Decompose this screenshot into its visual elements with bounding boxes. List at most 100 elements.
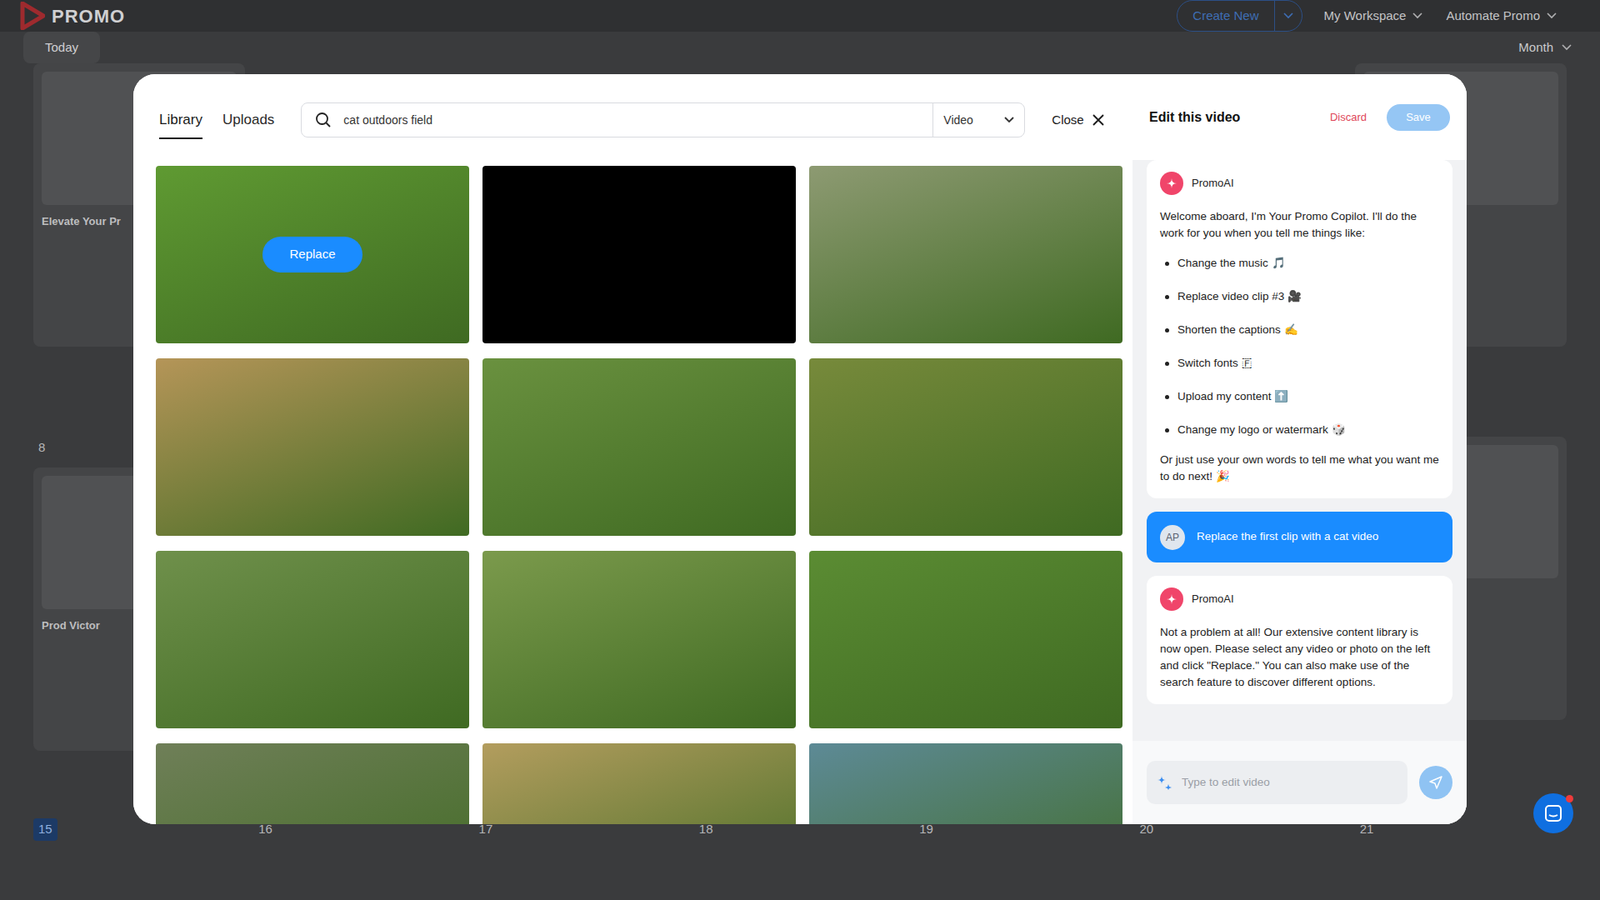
nav-item[interactable]: Automate Promo: [1445, 6, 1557, 26]
support-chat-button[interactable]: [1533, 793, 1574, 834]
promoai-avatar-icon: [1160, 587, 1184, 611]
bullet-dot: [1165, 295, 1170, 300]
calendar-week: 15161718192021: [33, 818, 1567, 900]
replace-button[interactable]: Replace: [262, 236, 362, 273]
calendar-day[interactable]: 19: [914, 818, 1126, 900]
editor-header: Edit this videoDiscard Save: [1132, 74, 1467, 160]
hover-layer: [155, 358, 470, 536]
calendar-day[interactable]: 17: [474, 818, 686, 900]
chevron-down-icon: [1561, 44, 1572, 51]
sender-name: PromoAI: [1191, 175, 1235, 192]
close-button[interactable]: Close: [1051, 110, 1104, 130]
tab-bar: Library Uploads: [159, 100, 275, 140]
media-type-label[interactable]: Video: [943, 111, 974, 130]
today-button[interactable]: Today: [23, 31, 100, 64]
sender-name: PromoAI: [1191, 590, 1235, 608]
assistant-message: PromoAINot a problem at all! Our extensi…: [1146, 575, 1453, 705]
chevron-down-icon: [1412, 12, 1423, 20]
suggestion-item: Upload my content ⬆️: [1165, 388, 1440, 405]
hover-layer: [809, 165, 1123, 344]
search-bar: cat outdoors field Video: [300, 102, 1025, 138]
discard-button[interactable]: Discard: [1330, 109, 1367, 126]
calendar-day[interactable]: 20: [1134, 818, 1346, 900]
media-tile[interactable]: [482, 165, 796, 344]
sparkle-icon: [1165, 593, 1178, 605]
bullet-dot: [1165, 361, 1170, 366]
search-input[interactable]: cat outdoors field: [343, 111, 933, 130]
chat-icon: [1544, 804, 1563, 823]
close-label[interactable]: Close: [1051, 110, 1084, 130]
hover-layer: [155, 743, 470, 825]
editor-title: Edit this video: [1149, 107, 1330, 128]
suggestion-item: Replace video clip #3 🎥: [1165, 288, 1440, 305]
suggestion-text: Switch fonts 🇫: [1177, 355, 1252, 372]
send-button[interactable]: [1419, 765, 1453, 800]
logo-icon: [20, 1, 45, 30]
view-label[interactable]: Month: [1518, 38, 1554, 58]
hover-layer: [809, 743, 1123, 825]
create-new-button[interactable]: Create New: [1176, 0, 1302, 32]
message-text: Welcome aboard, I'm Your Promo Copilot. …: [1160, 208, 1440, 242]
create-dropdown[interactable]: [1274, 0, 1302, 31]
tab[interactable]: Uploads: [222, 100, 275, 140]
message-text: Or just use your own words to tell me wh…: [1160, 451, 1440, 485]
logo[interactable]: PROMO: [20, 1, 125, 30]
library-header: Library Uploads cat outdoors field Video Clo…: [133, 74, 1133, 166]
media-tile[interactable]: [809, 358, 1123, 536]
chat-log: PromoAI Welcome aboard, I'm Your Promo Co…: [1132, 160, 1467, 741]
media-tile[interactable]: [155, 550, 470, 729]
nav-label[interactable]: My Workspace: [1324, 6, 1407, 26]
media-grid: Replace: [155, 165, 1123, 825]
user-message: APReplace the first clip with a cat vide…: [1146, 511, 1453, 563]
media-tile[interactable]: [155, 358, 470, 536]
bullet-dot: [1165, 395, 1170, 400]
calendar-day[interactable]: 15: [33, 818, 245, 900]
chat-input[interactable]: [1181, 774, 1398, 791]
calendar-day[interactable]: 18: [694, 818, 906, 900]
media-tile[interactable]: [809, 165, 1123, 344]
suggestion-item: Shorten the captions ✍️: [1165, 321, 1440, 339]
media-tile[interactable]: [482, 550, 796, 729]
suggestion-text: Change my logo or watermark 🎲: [1177, 421, 1346, 439]
hover-layer: [155, 550, 470, 729]
media-tile[interactable]: Replace: [155, 165, 470, 344]
suggestion-text: Change the music 🎵: [1177, 255, 1286, 272]
bullet-dot: [1165, 428, 1170, 433]
media-tile[interactable]: [482, 743, 796, 825]
suggestion-item: Change my logo or watermark 🎲: [1165, 421, 1440, 439]
nav-label[interactable]: Automate Promo: [1445, 6, 1540, 26]
calendar-toolbar: Today Month: [0, 31, 1600, 64]
media-tile[interactable]: [809, 550, 1123, 729]
assistant-message: PromoAI Welcome aboard, I'm Your Promo Co…: [1146, 160, 1453, 499]
media-tile[interactable]: [155, 743, 470, 825]
calendar-day[interactable]: 16: [253, 818, 465, 900]
library-panel: Library Uploads cat outdoors field Video Clo…: [133, 74, 1133, 825]
promoai-avatar-icon: [1160, 171, 1184, 195]
sparkle-icon: [1165, 177, 1178, 190]
hover-layer: [809, 550, 1123, 729]
hover-layer: [482, 550, 796, 729]
message-sender: PromoAI: [1160, 171, 1440, 195]
media-tile[interactable]: [482, 358, 796, 536]
notification-dot: [1565, 795, 1574, 803]
tab[interactable]: Library: [159, 100, 203, 140]
hover-layer: Replace: [155, 165, 470, 344]
save-button[interactable]: Save: [1386, 104, 1450, 131]
suggestion-list: Change the music 🎵 Replace video clip #3 …: [1160, 255, 1440, 439]
user-avatar: AP: [1160, 525, 1185, 550]
send-icon: [1428, 775, 1444, 790]
suggestion-item: Switch fonts 🇫: [1165, 355, 1440, 372]
editor-panel: Edit this videoDiscard Save PromoAI Welcome…: [1132, 74, 1467, 825]
hover-layer: [482, 165, 796, 344]
create-new-label[interactable]: Create New: [1177, 6, 1274, 26]
media-tile[interactable]: [809, 743, 1123, 825]
suggestion-text: Upload my content ⬆️: [1177, 388, 1289, 405]
media-type-select[interactable]: Video: [932, 103, 1025, 137]
hover-layer: [482, 743, 796, 825]
chevron-down-icon: [1283, 12, 1294, 20]
nav-item[interactable]: My Workspace: [1324, 6, 1424, 26]
view-select[interactable]: Month: [1518, 38, 1572, 58]
top-bar: PROMO Create New My Workspace Automate Prom…: [0, 0, 1600, 32]
calendar-day[interactable]: 21: [1355, 818, 1567, 900]
logo-text[interactable]: PROMO: [51, 2, 125, 30]
